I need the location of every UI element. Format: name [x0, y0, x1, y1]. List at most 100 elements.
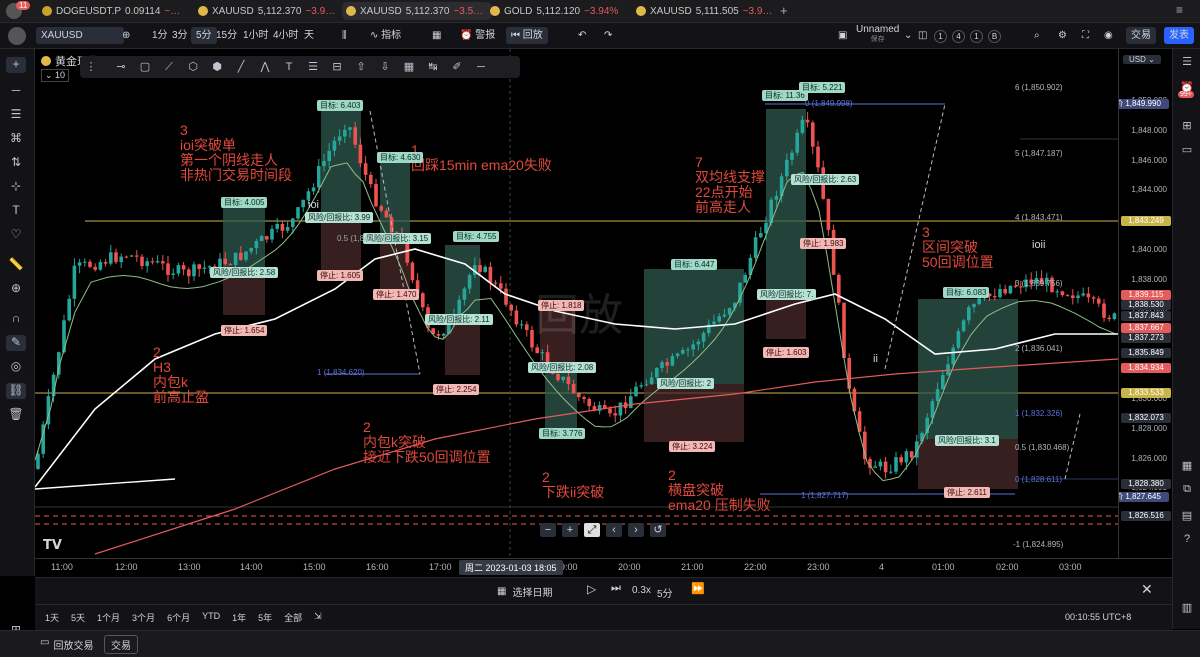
notes-icon[interactable]: ▤: [1179, 509, 1195, 525]
calendar-icon[interactable]: ▦: [1179, 459, 1195, 475]
chart-sync-icon[interactable]: ◫: [918, 27, 927, 44]
risk-reward-tag[interactable]: 风险/回报比: 3.99: [305, 212, 374, 223]
horizontal-line-icon[interactable]: ⊸: [114, 60, 128, 74]
layout-1-button[interactable]: 1: [934, 30, 947, 43]
indicators-button[interactable]: ∿ 指标: [370, 27, 401, 44]
publish-button[interactable]: 发表: [1164, 27, 1194, 44]
layout-name-button[interactable]: Unnamed 保存: [856, 25, 899, 44]
tab-gold[interactable]: GOLD 5,112.120 −3.94%: [490, 2, 630, 20]
layout-b-button[interactable]: B: [988, 30, 1001, 43]
lock-drawing-icon[interactable]: ✎: [6, 335, 26, 351]
fullscreen-icon[interactable]: ⛶: [1082, 27, 1089, 44]
zoom-in-icon[interactable]: ⊕: [6, 281, 26, 297]
risk-reward-tag[interactable]: 风险/回报比: 7.: [757, 289, 817, 300]
window-menu-icon[interactable]: ≡: [1176, 3, 1183, 17]
measure-icon[interactable]: ↹: [426, 60, 440, 74]
risk-reward-tag[interactable]: 风险/回报比: 3.1: [935, 435, 999, 446]
interval-3m[interactable]: 3分: [172, 27, 188, 44]
shape-brush-icon[interactable]: ⊹: [6, 179, 26, 195]
scroll-left-button[interactable]: ‹: [606, 523, 622, 537]
range-6m[interactable]: 6个月: [167, 611, 190, 624]
trend-line-icon[interactable]: ─: [6, 83, 26, 99]
text-tool-icon[interactable]: T: [282, 60, 296, 74]
eye-icon[interactable]: ◎: [6, 359, 26, 375]
fib-retracement-icon[interactable]: ☰: [6, 107, 26, 123]
time-axis[interactable]: 11:00 12:00 13:00 14:00 15:00 16:00 17:00 19:00…: [35, 558, 1172, 577]
currency-selector[interactable]: USD ⌄: [1123, 55, 1161, 64]
range-all[interactable]: 全部: [284, 611, 302, 624]
stop-tag[interactable]: 停止: 1.470: [373, 289, 420, 300]
grid-icon[interactable]: ▦: [402, 60, 416, 74]
interval-1d[interactable]: 天: [304, 27, 314, 44]
price-axis[interactable]: USD ⌄ 1,850.0001,848.0001,846.0001,844.0…: [1118, 49, 1173, 558]
replay-trade-tab[interactable]: ▭ 回放交易: [40, 637, 93, 652]
scroll-right-button[interactable]: ›: [628, 523, 644, 537]
templates-icon[interactable]: ▦: [432, 27, 441, 44]
quick-search-icon[interactable]: ⌕: [1034, 27, 1040, 44]
replay-button[interactable]: ⏮ 回放: [506, 27, 548, 44]
interval-1h[interactable]: 1小时: [243, 27, 269, 44]
replay-interval-selector[interactable]: 5分: [657, 585, 673, 600]
heart-icon[interactable]: ♡: [6, 227, 26, 243]
ruler-icon[interactable]: 📏: [6, 257, 26, 273]
target-tag[interactable]: 目标: 6.083: [943, 287, 990, 298]
risk-reward-tag[interactable]: 风险/回报比: 2.58: [210, 267, 279, 278]
candle-type-icon[interactable]: ⫼: [342, 27, 347, 44]
more-icon[interactable]: ─: [474, 60, 488, 74]
target-tag[interactable]: 目标: 4.630: [377, 152, 424, 163]
arrow-up-icon[interactable]: ⇧: [354, 60, 368, 74]
trash-icon[interactable]: 🗑: [6, 407, 26, 423]
target-tag[interactable]: 目标: 3.776: [539, 428, 586, 439]
range-1y[interactable]: 1年: [232, 611, 246, 624]
stop-tag[interactable]: 停止: 1.654: [221, 325, 268, 336]
tab-xauusd-3[interactable]: XAUUSD 5,111.505 −3.9…: [636, 2, 776, 20]
speed-selector[interactable]: 0.3x: [632, 585, 651, 596]
text-icon[interactable]: T: [6, 203, 26, 219]
help-icon[interactable]: ?: [1179, 533, 1195, 549]
drag-handle-icon[interactable]: ⋮: [84, 60, 98, 74]
stop-tag[interactable]: 停止: 3.224: [669, 441, 716, 452]
layout-grid-icon[interactable]: ▣: [838, 27, 847, 44]
extended-line-icon[interactable]: ╱: [234, 60, 248, 74]
close-replay-icon[interactable]: ✕: [1141, 581, 1153, 598]
reset-chart-button[interactable]: ↺: [650, 523, 666, 537]
range-1d[interactable]: 1天: [45, 611, 59, 624]
stop-tag[interactable]: 停止: 1.983: [800, 238, 847, 249]
fib-channel-icon[interactable]: ☰: [306, 60, 320, 74]
price-chart[interactable]: 黄金现货 ⌄ 10 ⋮ ⊸ ▢ ⟋ ⬡ ⬢ ╱ ⋀ T ☰ ⊟ ⇧ ⇩ ▦ ↹ …: [35, 49, 1118, 558]
crosshair-icon[interactable]: +: [6, 57, 26, 73]
layout-icon[interactable]: ▥: [1179, 601, 1195, 617]
alert-button[interactable]: ⏰ 警报: [460, 27, 495, 44]
link-icon[interactable]: ⛓: [6, 383, 26, 399]
add-symbol-icon[interactable]: ⊕: [122, 27, 130, 44]
range-5d[interactable]: 5天: [71, 611, 85, 624]
interval-15m[interactable]: 15分: [216, 27, 237, 44]
arrow-down-icon[interactable]: ⇩: [378, 60, 392, 74]
pattern-icon[interactable]: ⌘: [6, 131, 26, 147]
tab-dogeusdt[interactable]: DOGEUSDT.P 0.09114 −…: [42, 2, 192, 20]
indicator-collapse-toggle[interactable]: ⌄ 10: [41, 69, 70, 82]
range-5y[interactable]: 5年: [258, 611, 272, 624]
interval-4h[interactable]: 4小时: [273, 27, 299, 44]
interval-5m[interactable]: 5分: [191, 27, 217, 44]
tab-xauusd-active[interactable]: XAUUSD 5,112.370 −3.5…: [342, 2, 492, 20]
rectangle-icon[interactable]: ▢: [138, 60, 152, 74]
risk-reward-tag[interactable]: 风险/回报比: 2: [657, 378, 715, 389]
stop-tag[interactable]: 停止: 2.611: [944, 487, 990, 498]
risk-reward-tag[interactable]: 风险/回报比: 2.11: [425, 314, 493, 325]
new-tab-icon[interactable]: +: [780, 3, 788, 18]
undo-icon[interactable]: ↶: [578, 27, 586, 44]
step-forward-icon[interactable]: ⏭: [611, 582, 621, 595]
object-tree-icon[interactable]: ⊞: [1179, 119, 1195, 135]
reset-zoom-button[interactable]: ⤢: [584, 523, 600, 537]
stop-tag[interactable]: 停止: 1.605: [317, 270, 364, 281]
clock-timezone[interactable]: 00:10:55 UTC+8: [1065, 612, 1131, 622]
target-tag[interactable]: 目标: 4.005: [221, 197, 268, 208]
redo-icon[interactable]: ↷: [604, 27, 612, 44]
target-tag[interactable]: 目标: 5.221: [799, 82, 846, 93]
forecast-icon[interactable]: ⇅: [6, 155, 26, 171]
target-tag[interactable]: 目标: 4.755: [453, 231, 500, 242]
stop-tag[interactable]: 停止: 1.818: [538, 300, 585, 311]
elliott-wave-icon[interactable]: ⋀: [258, 60, 272, 74]
path-icon[interactable]: ⬡: [186, 60, 200, 74]
